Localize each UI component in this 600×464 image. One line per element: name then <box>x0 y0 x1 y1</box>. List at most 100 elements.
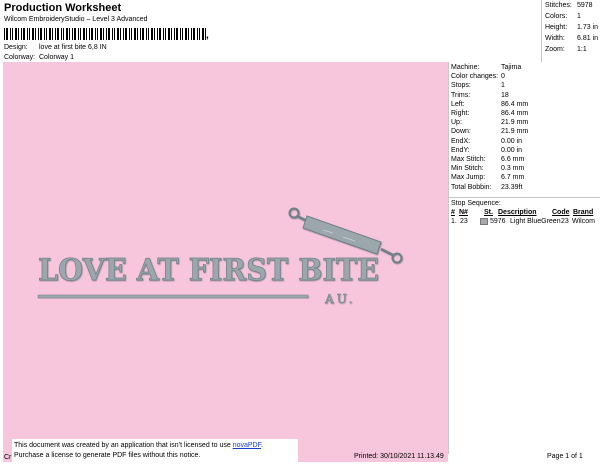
divider <box>449 197 600 198</box>
machine-info-row: Max Jump: 6.7 mm <box>451 174 525 182</box>
design-row: Design: love at first bite 6,8 IN <box>4 44 107 51</box>
barcode-bar <box>154 28 155 40</box>
barcode-bar <box>78 28 79 40</box>
barcode-bar <box>114 28 115 40</box>
barcode-bar <box>171 28 172 40</box>
barcode-bar <box>199 28 200 40</box>
barcode-bar <box>49 28 51 40</box>
barcode-bar <box>146 28 147 40</box>
barcode-bar <box>55 28 56 40</box>
barcode-bar <box>18 28 19 40</box>
machine-info-row: Total Bobbin: 23.39ft <box>451 183 523 191</box>
row-brand: Wilcom <box>572 218 595 225</box>
col-code: Code <box>552 209 570 216</box>
barcode-bar <box>57 28 59 40</box>
row-num: 1. <box>451 218 457 225</box>
barcode-bar <box>106 28 107 40</box>
barcode-bar <box>32 28 34 40</box>
stat-zoom: Zoom: 1:1 <box>545 46 587 53</box>
barcode-bar <box>108 28 110 40</box>
barcode-bar <box>44 28 45 40</box>
machine-info-panel: Machine: Tajima Color changes: 0 Stops: 1 Trim… <box>448 62 600 454</box>
barcode <box>4 28 206 40</box>
app-name: Wilcom EmbroideryStudio – Level 3 Advanc… <box>4 16 148 23</box>
barcode-bar <box>95 28 96 40</box>
barcode-bar <box>27 28 28 40</box>
novapdf-link[interactable]: novaPDF <box>233 442 261 449</box>
barcode-bar <box>46 28 47 40</box>
notice-line-1: This document was created by an applicat… <box>14 442 264 449</box>
barcode-bar <box>148 28 149 40</box>
barcode-bar <box>40 28 42 40</box>
printed-timestamp: Printed: 30/10/2021 11.13.49 <box>354 453 444 460</box>
color-swatch <box>480 218 488 225</box>
barcode-bar <box>137 28 138 40</box>
barcode-bar <box>69 28 70 40</box>
barcode-bar <box>86 28 87 40</box>
barcode-bar <box>66 28 68 40</box>
barcode-bar <box>83 28 85 40</box>
license-notice: This document was created by an applicat… <box>12 439 298 463</box>
design-preview: LOVE AT FIRST BITE AU. <box>3 62 448 454</box>
barcode-bar <box>4 28 5 40</box>
barcode-suffix: , <box>206 30 209 41</box>
barcode-bar <box>129 28 130 40</box>
machine-info-row: Down: 21.9 mm <box>451 128 529 136</box>
colorway-label: Colorway: <box>4 54 36 61</box>
barcode-bar <box>15 28 17 40</box>
barcode-bar <box>134 28 136 40</box>
barcode-bar <box>112 28 113 40</box>
page-number: Page 1 of 1 <box>547 453 583 460</box>
stat-stitches: Stitches: 5978 <box>545 2 593 9</box>
page-title: Production Worksheet <box>4 2 122 14</box>
barcode-bar <box>97 28 98 40</box>
barcode-bar <box>185 28 187 40</box>
row-n: 23 <box>460 218 468 225</box>
barcode-bar <box>91 28 93 40</box>
barcode-bar <box>74 28 76 40</box>
barcode-bar <box>125 28 127 40</box>
barcode-bar <box>38 28 39 40</box>
barcode-bar <box>188 28 189 40</box>
barcode-bar <box>61 28 62 40</box>
stop-sequence-title: Stop Sequence: <box>451 200 501 207</box>
barcode-bar <box>10 28 11 40</box>
barcode-bar <box>193 28 195 40</box>
barcode-bar <box>151 28 153 40</box>
artwork-title: LOVE AT FIRST BITE <box>38 253 379 288</box>
barcode-bar <box>12 28 13 40</box>
col-n: N# <box>459 209 468 216</box>
col-description: Description <box>498 209 537 216</box>
barcode-bar <box>168 28 170 40</box>
barcode-bar <box>80 28 81 40</box>
machine-info-row: Color changes: 0 <box>451 73 505 81</box>
col-num: # <box>451 209 455 216</box>
machine-info-row: Min Stitch: 0.3 mm <box>451 165 525 173</box>
barcode-bar <box>117 28 119 40</box>
barcode-bar <box>23 28 25 40</box>
machine-info-row: Stops: 1 <box>451 82 505 90</box>
barcode-bar <box>72 28 73 40</box>
barcode-bar <box>103 28 104 40</box>
barcode-bar <box>6 28 8 40</box>
machine-info-row: Machine: Tajima <box>451 64 522 71</box>
design-label: Design: <box>4 44 28 51</box>
barcode-bar <box>29 28 30 40</box>
barcode-bar <box>197 28 198 40</box>
colorway-value: Colorway 1 <box>39 54 75 61</box>
machine-info-row: Trims: 18 <box>451 91 509 99</box>
barcode-bar <box>157 28 158 40</box>
machine-info-row: EndX: 0.00 in <box>451 137 523 145</box>
barcode-bar <box>89 28 90 40</box>
barcode-bar <box>140 28 141 40</box>
summary-stats: Stitches: 5978 Colors: 1 Height: 1.73 in Wi… <box>541 0 600 62</box>
barcode-bar <box>35 28 36 40</box>
col-brand: Brand <box>573 209 594 216</box>
barcode-bar <box>191 28 192 40</box>
footer-left-stub: Cr <box>4 454 12 461</box>
stat-width: Width: 6.81 in <box>545 35 599 42</box>
design-value: love at first bite 6,8 IN <box>39 44 107 51</box>
stat-height: Height: 1.73 in <box>545 24 599 31</box>
barcode-bar <box>182 28 183 40</box>
artwork-subtext: AU. <box>324 292 356 306</box>
